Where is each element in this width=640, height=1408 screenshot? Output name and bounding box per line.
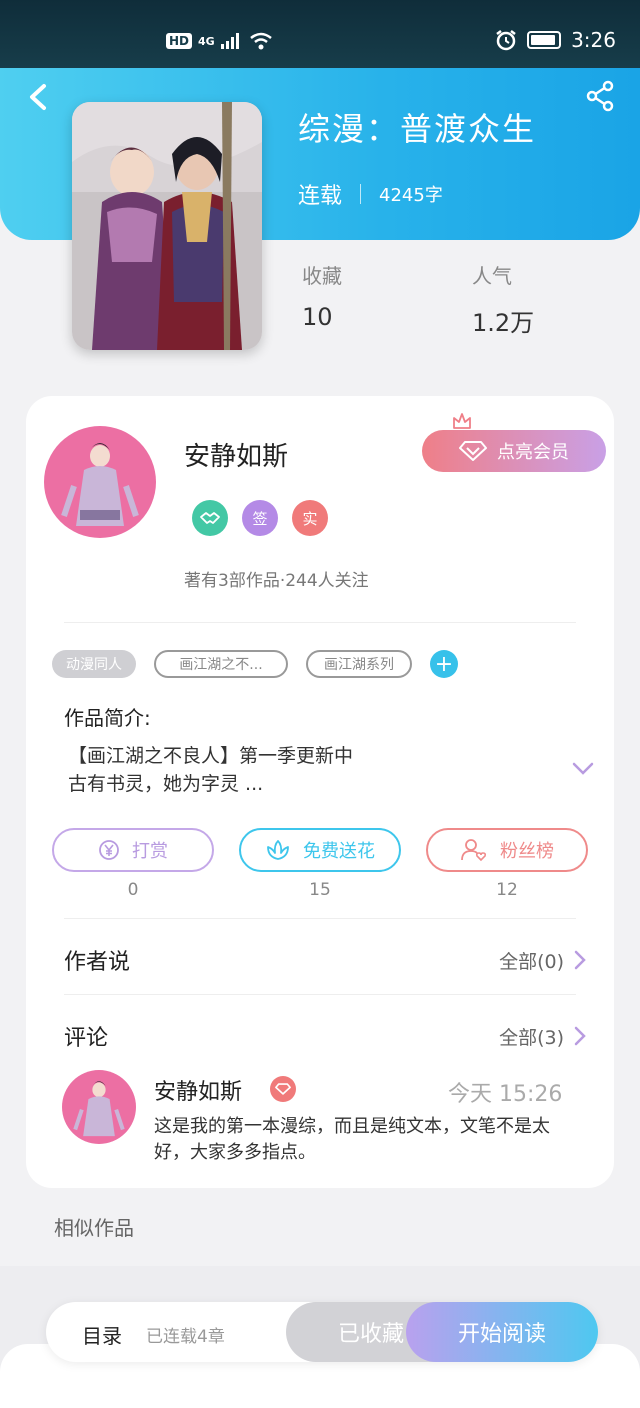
- tag-item[interactable]: 画江湖系列: [306, 650, 412, 678]
- book-title: 综漫：普渡众生: [298, 110, 537, 148]
- stat-label: 收藏: [302, 264, 342, 288]
- signal-icon: [220, 33, 239, 49]
- word-count: 4245字: [379, 185, 443, 206]
- stat-label: 人气: [472, 264, 512, 288]
- author-name[interactable]: 安静如斯: [184, 436, 288, 473]
- comments-row[interactable]: 评论 全部(3): [64, 1020, 586, 1052]
- comments-title: 评论: [64, 1026, 109, 1051]
- intro-line: 【画江湖之不良人】第一季更新中: [68, 745, 354, 767]
- stat-value: 1.2万: [472, 309, 535, 337]
- comment-author[interactable]: 安静如斯: [154, 1074, 242, 1106]
- battery-icon: [527, 31, 562, 49]
- chevron-right-icon: [574, 1026, 586, 1046]
- bottom-action-bar: 目录 已连载4章 已收藏 开始阅读: [46, 1302, 598, 1362]
- crown-icon: [453, 413, 471, 429]
- signed-badge: 签: [242, 500, 278, 536]
- tag-item[interactable]: 画江湖之不...: [154, 650, 288, 678]
- add-tag-icon[interactable]: +: [430, 650, 458, 678]
- detail-card: 安静如斯 点亮会员 签 实 著有3部作品·244人关注 动漫同人 画江湖之不..…: [26, 396, 614, 1188]
- book-state: 连载: [298, 184, 343, 209]
- stat-popularity: 人气 1.2万: [472, 260, 534, 338]
- stat-value: 10: [302, 303, 333, 331]
- chapter-count: 已连载4章: [146, 1327, 225, 1347]
- vip-label: 点亮会员: [497, 442, 569, 463]
- status-left: HD 4G: [166, 32, 273, 50]
- book-meta: 连载 4245字: [298, 178, 443, 210]
- tip-label: 打赏: [132, 841, 168, 862]
- intro-label: 作品简介:: [64, 706, 151, 730]
- action-buttons: 打赏 0 免费送花 15 粉丝榜 12: [52, 828, 588, 900]
- comment-avatar[interactable]: [62, 1070, 136, 1144]
- chevron-down-icon[interactable]: [572, 762, 594, 776]
- divider: [64, 994, 576, 995]
- flower-count: 15: [309, 880, 331, 900]
- status-right: 3:26: [495, 28, 616, 52]
- comment-text: 这是我的第一本漫综，而且是纯文本，文笔不是太好，大家多多指点。: [154, 1116, 550, 1163]
- avatar-illustration: [62, 1070, 136, 1144]
- similar-works-title: 相似作品: [54, 1216, 134, 1240]
- flower-icon: [267, 840, 289, 860]
- author-says-row[interactable]: 作者说 全部(0): [64, 944, 586, 976]
- author-says-more[interactable]: 全部(0): [499, 947, 586, 974]
- clock: 3:26: [571, 28, 616, 52]
- intro-line: 古有书灵，她为字灵 ...: [68, 773, 264, 795]
- action-flower: 免费送花 15: [239, 828, 401, 900]
- fan-ranking-button[interactable]: 粉丝榜: [426, 828, 588, 872]
- alarm-icon: [496, 30, 516, 51]
- chevron-right-icon: [574, 950, 586, 970]
- stat-favorites: 收藏 10: [302, 260, 342, 331]
- author-says-title: 作者说: [64, 950, 131, 975]
- fans-count: 12: [496, 880, 518, 900]
- intro-text: 【画江湖之不良人】第一季更新中 古有书灵，她为字灵 ...: [68, 742, 538, 798]
- cover-illustration: [72, 102, 262, 350]
- send-flower-button[interactable]: 免费送花: [239, 828, 401, 872]
- handshake-badge-icon: [192, 500, 228, 536]
- hd-indicator: HD: [166, 33, 193, 49]
- diamond-icon: [270, 1076, 296, 1102]
- tip-count: 0: [127, 880, 139, 900]
- start-reading-button[interactable]: 开始阅读: [406, 1302, 598, 1362]
- book-cover[interactable]: [72, 102, 262, 350]
- status-bar: HD 4G 3:26: [0, 0, 640, 68]
- author-works-info: 著有3部作品·244人关注: [184, 571, 369, 591]
- toc-button[interactable]: 目录: [82, 1320, 122, 1349]
- diamond-icon: [459, 441, 487, 461]
- author-avatar[interactable]: [44, 426, 156, 538]
- divider: [64, 918, 576, 919]
- back-icon[interactable]: [24, 82, 54, 112]
- action-fans: 粉丝榜 12: [426, 828, 588, 900]
- flower-label: 免费送花: [303, 841, 375, 862]
- author-badges: 签 实: [192, 500, 328, 536]
- yen-icon: [99, 840, 119, 860]
- share-icon[interactable]: [584, 80, 616, 112]
- author-says-count: 全部(0): [499, 950, 564, 973]
- tag-item[interactable]: 动漫同人: [52, 650, 136, 678]
- wifi-icon: [249, 32, 272, 50]
- tag-list: 动漫同人 画江湖之不... 画江湖系列 +: [52, 650, 458, 678]
- meta-divider: [360, 184, 362, 204]
- fans-label: 粉丝榜: [500, 841, 554, 862]
- avatar-illustration: [44, 426, 156, 538]
- vip-button[interactable]: 点亮会员: [422, 430, 606, 472]
- divider: [64, 622, 576, 623]
- action-tip: 打赏 0: [52, 828, 214, 900]
- network-type: 4G: [198, 34, 215, 48]
- verified-badge: 实: [292, 500, 328, 536]
- comment-time: 今天 15:26: [448, 1082, 563, 1107]
- comments-more[interactable]: 全部(3): [499, 1023, 586, 1050]
- comments-count: 全部(3): [499, 1026, 564, 1049]
- fan-icon: [461, 839, 487, 862]
- tip-button[interactable]: 打赏: [52, 828, 214, 872]
